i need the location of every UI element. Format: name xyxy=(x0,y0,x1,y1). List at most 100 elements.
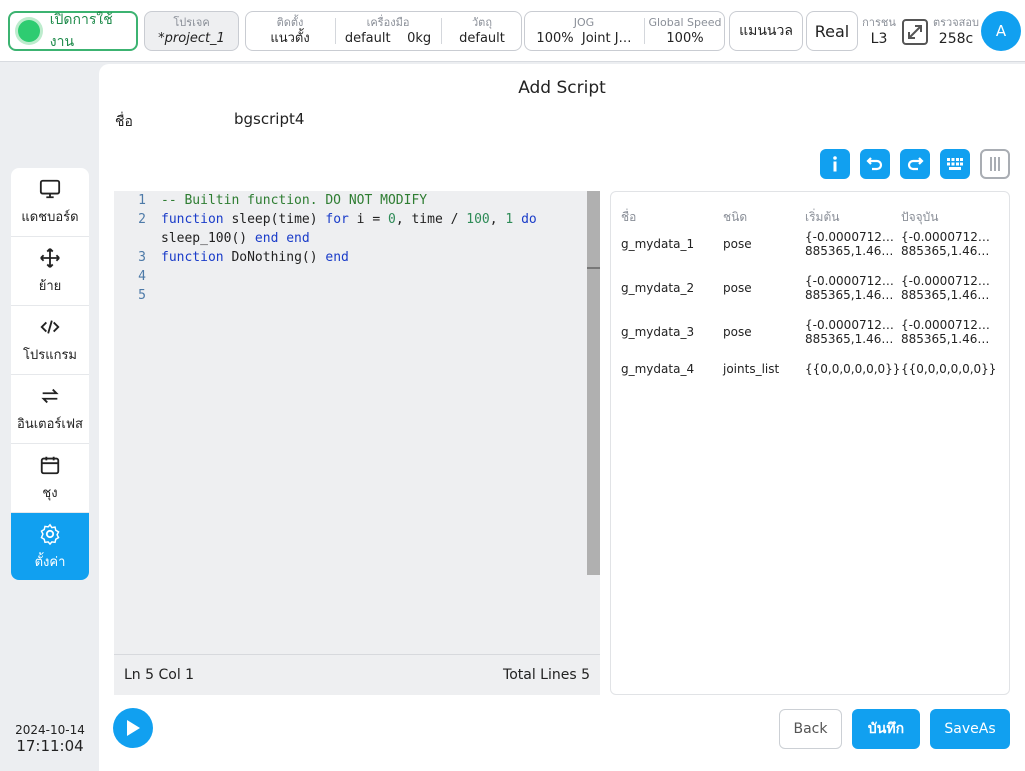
sidebar-item-label: โปรแกรม xyxy=(22,347,78,363)
sidebar-item-settings[interactable]: ตั้งค่า xyxy=(11,513,89,580)
undo-button[interactable] xyxy=(860,149,890,179)
undo-icon xyxy=(866,157,883,171)
code-keyword: function xyxy=(161,212,224,227)
info-button[interactable] xyxy=(820,149,850,179)
sidebar-item-move[interactable]: ย้าย xyxy=(11,237,89,306)
var-initial-line: 885365,1.4656… xyxy=(805,288,897,302)
expand-icon[interactable] xyxy=(901,18,929,46)
global-speed-selector[interactable]: Global Speed 100% xyxy=(645,12,725,50)
script-name-label: ชื่อ xyxy=(115,114,133,130)
sidebar-item-label: ชุง xyxy=(42,485,58,501)
code-keyword: for xyxy=(325,212,349,227)
monitor-icon xyxy=(39,179,61,198)
col-header-initial: เริ่มต้น xyxy=(805,210,840,224)
code-line: function sleep(time) for i = 0, time / 1… xyxy=(161,212,537,227)
var-initial-line: {-0.0000712,0.27 xyxy=(805,230,897,244)
code-keyword: end end xyxy=(254,231,310,246)
panel-toggle-button[interactable] xyxy=(980,149,1010,179)
info-icon xyxy=(833,156,837,172)
power-status-icon xyxy=(18,20,40,42)
jog-selector[interactable]: JOG 100% Joint J… xyxy=(525,12,643,50)
real-mode-button[interactable]: Real xyxy=(806,11,858,51)
jog-mode: Joint J… xyxy=(581,31,632,46)
var-current-line: 885365,1.4656… xyxy=(901,332,993,346)
code-number: 100 xyxy=(466,212,490,227)
date-display: 2024-10-14 xyxy=(15,723,85,737)
redo-button[interactable] xyxy=(900,149,930,179)
tool-payload: 0kg xyxy=(407,31,432,46)
jog-speed: 100% xyxy=(536,31,574,46)
play-icon xyxy=(127,720,140,736)
save-as-button[interactable]: SaveAs xyxy=(930,709,1010,749)
code-text: , time / xyxy=(395,212,467,227)
editor-scrollbar[interactable] xyxy=(587,191,600,575)
code-editor[interactable]: 1 2 3 4 5 -- Builtin function. DO NOT MO… xyxy=(114,191,600,695)
total-lines: Total Lines 5 xyxy=(503,667,590,683)
check-status[interactable]: ตรวจสอบ 258c xyxy=(932,14,980,48)
sidebar-item-dashboard[interactable]: แดชบอร์ด xyxy=(11,168,89,237)
sidebar-item-schedule[interactable]: ชุง xyxy=(11,444,89,513)
sidebar-item-interface[interactable]: อินเตอร์เฟส xyxy=(11,375,89,444)
col-header-current: ปัจจุบัน xyxy=(901,210,939,224)
var-initial-line: 885365,1.4656… xyxy=(805,332,897,346)
project-selector[interactable]: โปรเจค *project_1 xyxy=(144,11,239,51)
var-initial: {-0.0000712,0.27885365,1.4656… xyxy=(805,274,897,302)
var-current: {-0.0000712,0.27885365,1.4656… xyxy=(901,274,993,302)
code-text: sleep_100() xyxy=(161,231,255,246)
tool-selector[interactable]: เครื่องมือ default 0kg xyxy=(336,12,440,50)
install-label: ติดตั้ง xyxy=(276,16,304,29)
manual-mode-button[interactable]: แมนนวล xyxy=(729,11,803,51)
sidebar-item-label: แดชบอร์ด xyxy=(21,209,79,225)
collision-value: L3 xyxy=(870,31,888,47)
scroll-position-marker xyxy=(587,267,600,269)
interface-icon xyxy=(41,388,59,403)
tool-value: default 0kg xyxy=(336,30,440,48)
var-initial-line: {-0.0000712,0.27 xyxy=(805,274,897,288)
code-keyword: do xyxy=(513,212,537,227)
var-current-line: {-0.0000712,0.27 xyxy=(901,230,993,244)
script-name-field[interactable]: bgscript4 xyxy=(234,110,304,128)
jog-label: JOG xyxy=(573,16,595,29)
enable-label: เปิดการใช้งาน xyxy=(49,12,113,50)
line-gutter: 1 2 3 4 5 xyxy=(114,191,158,655)
var-current-line: 885365,1.4656… xyxy=(901,288,993,302)
install-tool-object-group: ติดตั้ง แนวตั้ง เครื่องมือ default 0kg ว… xyxy=(245,11,522,51)
move-icon xyxy=(40,247,60,268)
line-number: 2 xyxy=(138,212,146,227)
var-initial-line: {-0.0000712,0.27 xyxy=(805,318,897,332)
enable-button[interactable]: เปิดการใช้งาน xyxy=(8,11,138,51)
object-value: default xyxy=(459,31,505,46)
back-button[interactable]: Back xyxy=(779,709,842,749)
redo-icon xyxy=(907,157,924,171)
time-display: 17:11:04 xyxy=(16,737,84,755)
install-selector[interactable]: ติดตั้ง แนวตั้ง xyxy=(246,12,334,50)
run-button[interactable] xyxy=(113,708,153,748)
save-button[interactable]: บันทึก xyxy=(852,709,920,749)
sidebar-item-label: ย้าย xyxy=(38,278,62,294)
var-type: pose xyxy=(723,325,752,339)
col-header-name: ชื่อ xyxy=(621,210,637,224)
var-initial: {-0.0000712,0.27885365,1.4656… xyxy=(805,318,897,346)
collision-level[interactable]: การชน L3 xyxy=(860,14,898,48)
code-text: , xyxy=(489,212,506,227)
sidebar-item-label: ตั้งค่า xyxy=(34,555,66,570)
object-selector[interactable]: วัตถุ default xyxy=(442,12,522,50)
tool-name: default xyxy=(344,31,391,46)
line-number: 4 xyxy=(138,269,146,284)
code-line: -- Builtin function. DO NOT MODIFY xyxy=(161,193,428,208)
var-type: pose xyxy=(723,281,752,295)
var-initial: {-0.0000712,0.27885365,1.4656… xyxy=(805,230,897,258)
page-title: Add Script xyxy=(518,78,606,98)
keyboard-button[interactable] xyxy=(940,149,970,179)
line-number: 3 xyxy=(138,250,146,265)
user-avatar[interactable]: A xyxy=(981,11,1021,51)
sidebar-item-program[interactable]: โปรแกรม xyxy=(11,306,89,375)
settings-icon xyxy=(40,523,60,545)
var-initial-line: 885365,1.4656… xyxy=(805,244,897,258)
jog-speed-group: JOG 100% Joint J… Global Speed 100% xyxy=(524,11,725,51)
var-type: pose xyxy=(723,237,752,251)
code-text: sleep(time) xyxy=(223,212,326,227)
jog-value: 100% Joint J… xyxy=(525,30,643,48)
global-speed-value: 100% xyxy=(666,31,704,46)
clock: 2024-10-14 17:11:04 xyxy=(8,723,92,755)
